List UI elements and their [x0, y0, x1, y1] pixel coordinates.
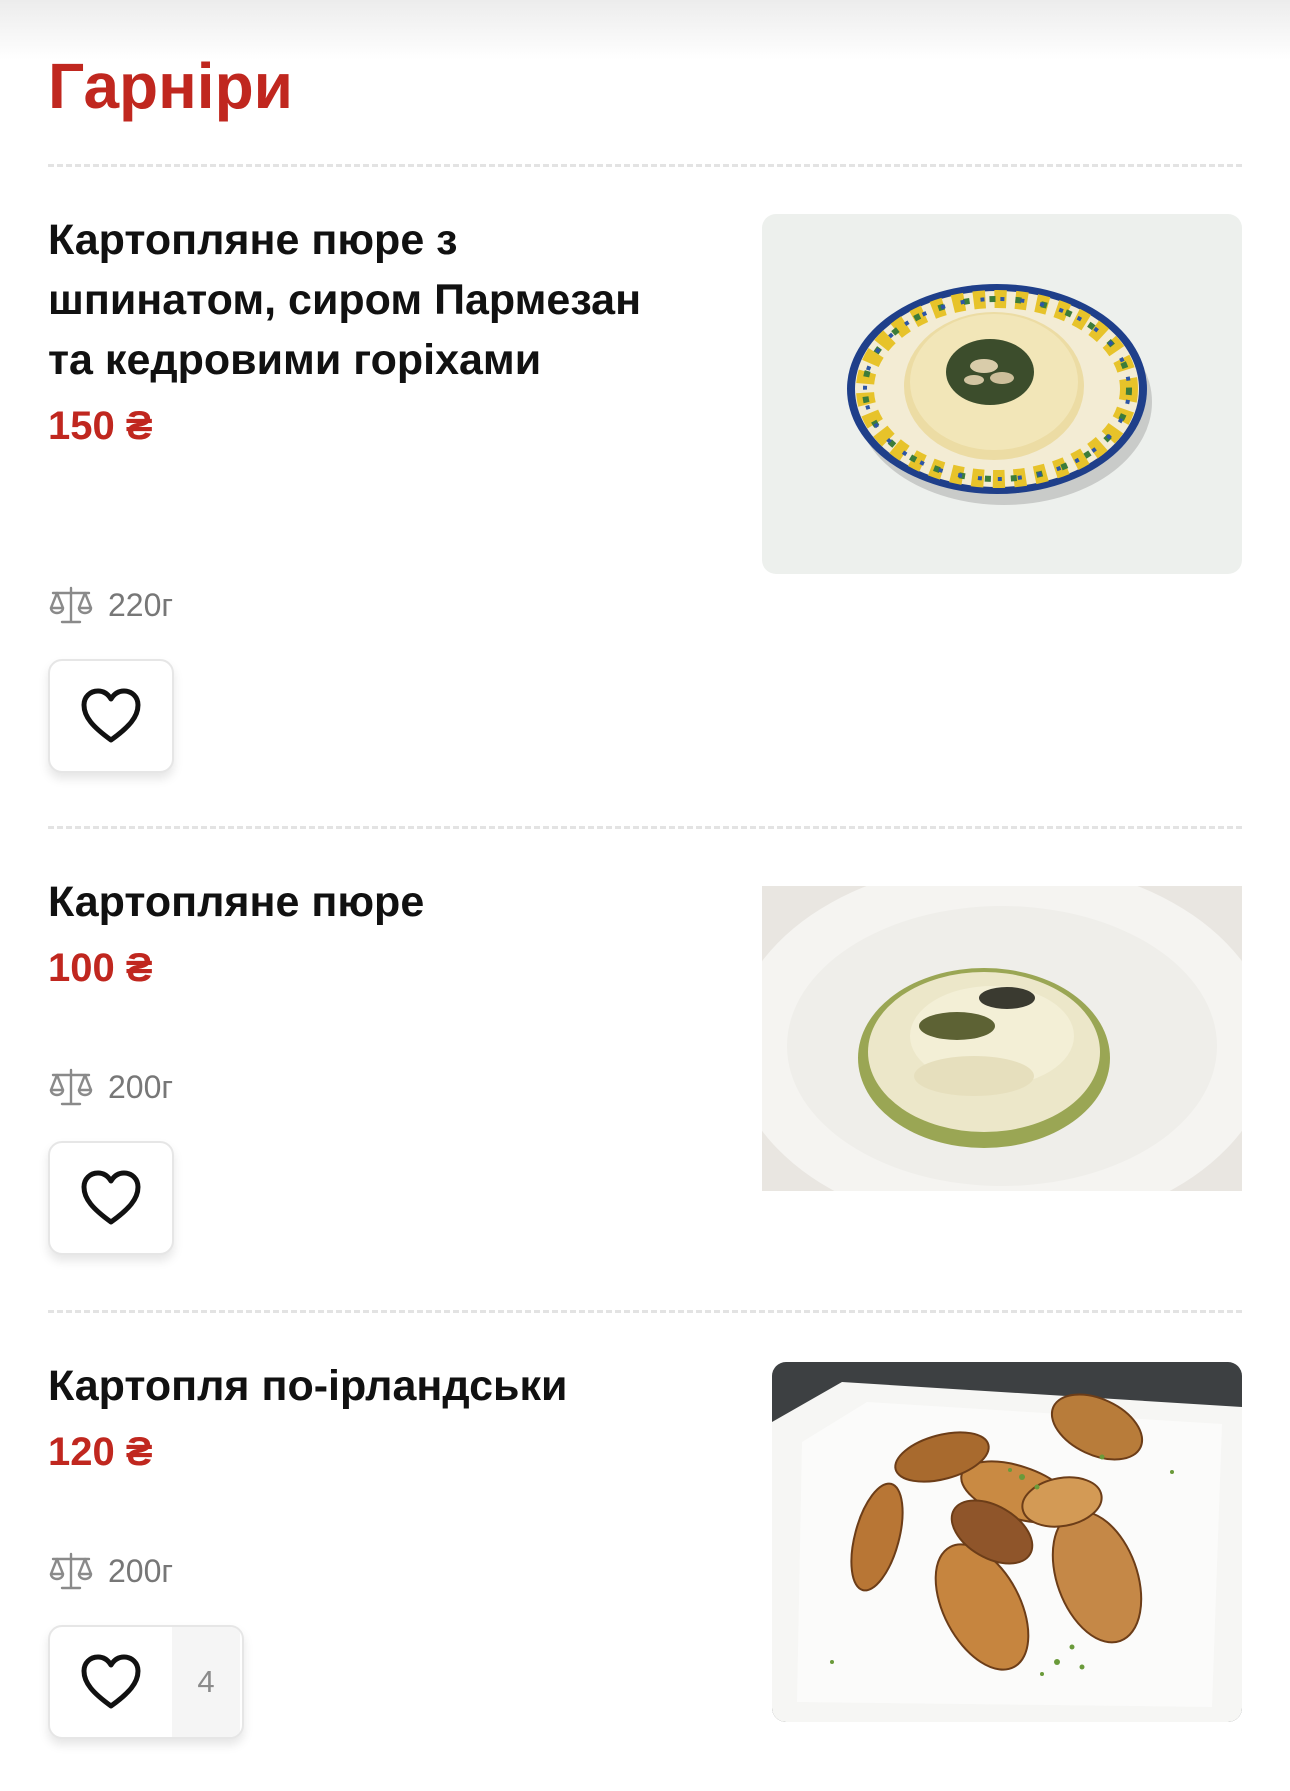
dish-image[interactable]: [762, 214, 1242, 574]
heart-icon: [81, 1654, 141, 1709]
dish-name[interactable]: Картопляне пюре: [48, 872, 688, 932]
scale-icon: [49, 1552, 93, 1590]
favorite-count: 4: [172, 1627, 240, 1737]
favorite-heart[interactable]: [50, 1627, 172, 1737]
scale-icon: [49, 1068, 93, 1106]
dish-weight-value: 220г: [108, 586, 174, 623]
scale-icon: [49, 586, 93, 624]
favorite-heart[interactable]: [50, 1143, 172, 1253]
dish-weight: 200г: [48, 1551, 173, 1591]
dish-weight: 220г: [48, 585, 173, 625]
divider: [48, 164, 1242, 167]
heart-icon: [81, 1170, 141, 1225]
favorite-button[interactable]: [48, 659, 174, 773]
favorite-button[interactable]: [48, 1141, 174, 1255]
heart-icon: [81, 688, 141, 743]
divider: [48, 826, 1242, 829]
section-title: Гарніри: [48, 50, 293, 122]
dish-weight-value: 200г: [108, 1068, 174, 1105]
dish-name[interactable]: Картопля по-ірландськи: [48, 1356, 688, 1416]
favorite-heart[interactable]: [50, 661, 172, 771]
dish-name[interactable]: Картопляне пюре з шпинатом, сиром Пармез…: [48, 210, 688, 390]
dish-image[interactable]: [772, 1362, 1242, 1722]
dish-image[interactable]: [762, 886, 1242, 1191]
dish-weight-value: 200г: [108, 1552, 174, 1589]
divider: [48, 1310, 1242, 1313]
dish-weight: 200г: [48, 1067, 173, 1107]
favorite-button[interactable]: 4: [48, 1625, 244, 1739]
